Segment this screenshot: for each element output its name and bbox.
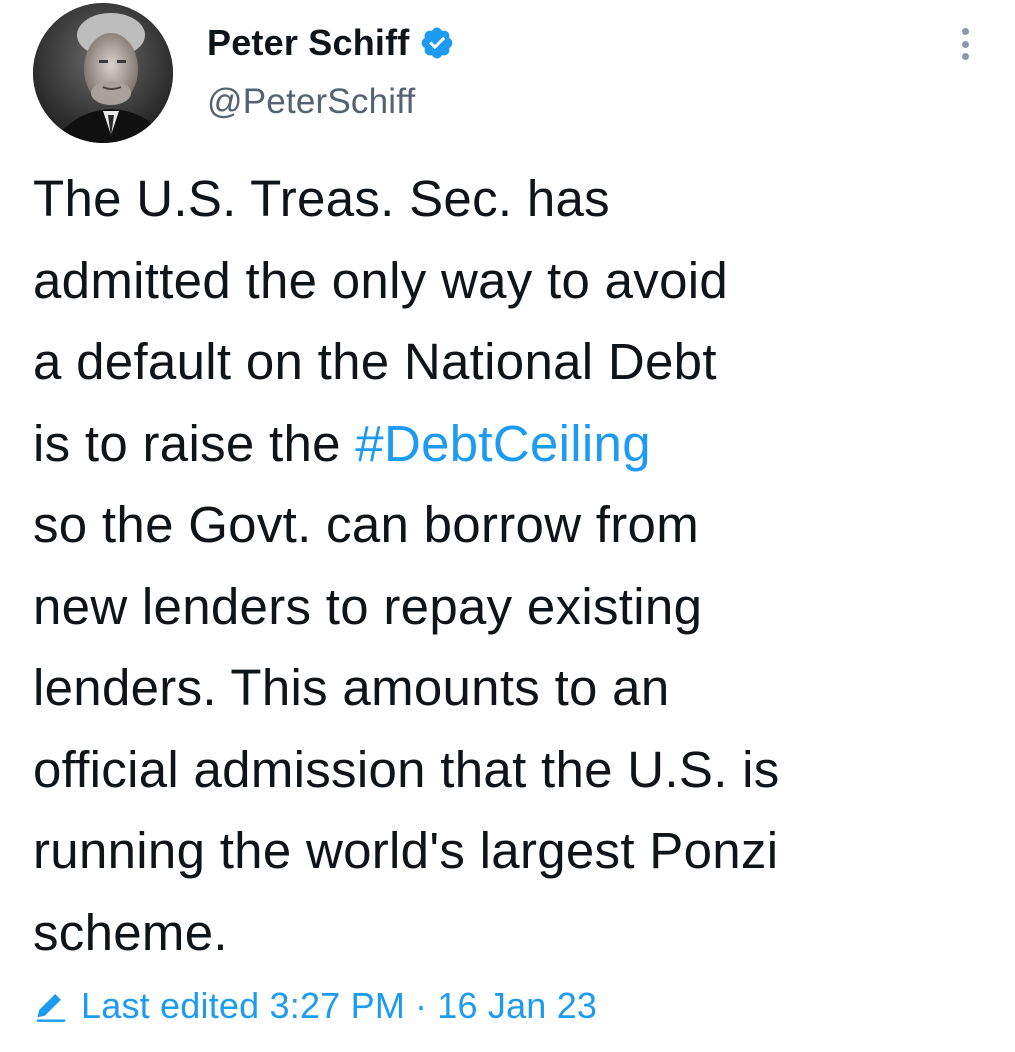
tweet-line: a default on the National Debt xyxy=(33,333,717,390)
edit-label: Last edited 3:27 PM xyxy=(81,985,406,1026)
tweet-line-prefix: is to raise the xyxy=(33,414,356,472)
edit-history-link[interactable]: Last edited 3:27 PM · 16 Jan 23 xyxy=(33,978,597,1034)
tweet-line: so the Govt. can borrow from xyxy=(33,496,699,553)
tweet-text: The U.S. Treas. Sec. has admitted the on… xyxy=(33,158,1003,973)
tweet-card: Peter Schiff @PeterSchiff The U.S. Treas… xyxy=(0,0,1015,1052)
edit-date: 16 Jan 23 xyxy=(437,985,598,1026)
more-options-icon[interactable] xyxy=(950,24,980,64)
hashtag-link[interactable]: #DebtCeiling xyxy=(355,415,651,472)
display-name[interactable]: Peter Schiff xyxy=(207,22,409,64)
tweet-line: scheme. xyxy=(33,903,228,961)
dot-icon xyxy=(961,53,969,60)
tweet-line: running the world's largest Ponzi xyxy=(33,822,779,879)
tweet-line: The U.S. Treas. Sec. has xyxy=(33,170,610,227)
profile-photo-icon xyxy=(33,3,173,143)
separator-dot: · xyxy=(415,985,428,1026)
tweet-line: lenders. This amounts to an xyxy=(33,659,670,716)
avatar[interactable] xyxy=(33,3,173,143)
dot-icon xyxy=(961,40,969,48)
pencil-icon xyxy=(33,988,69,1024)
tweet-line: is to raise the #DebtCeiling xyxy=(33,403,1003,485)
dot-icon xyxy=(961,28,969,35)
verified-badge-icon xyxy=(419,25,455,61)
author-name-row: Peter Schiff xyxy=(207,18,455,68)
tweet-line: admitted the only way to avoid xyxy=(33,251,729,309)
tweet-line: new lenders to repay existing xyxy=(33,577,703,635)
author-handle[interactable]: @PeterSchiff xyxy=(207,82,416,122)
tweet-line: official admission that the U.S. is xyxy=(33,740,780,798)
